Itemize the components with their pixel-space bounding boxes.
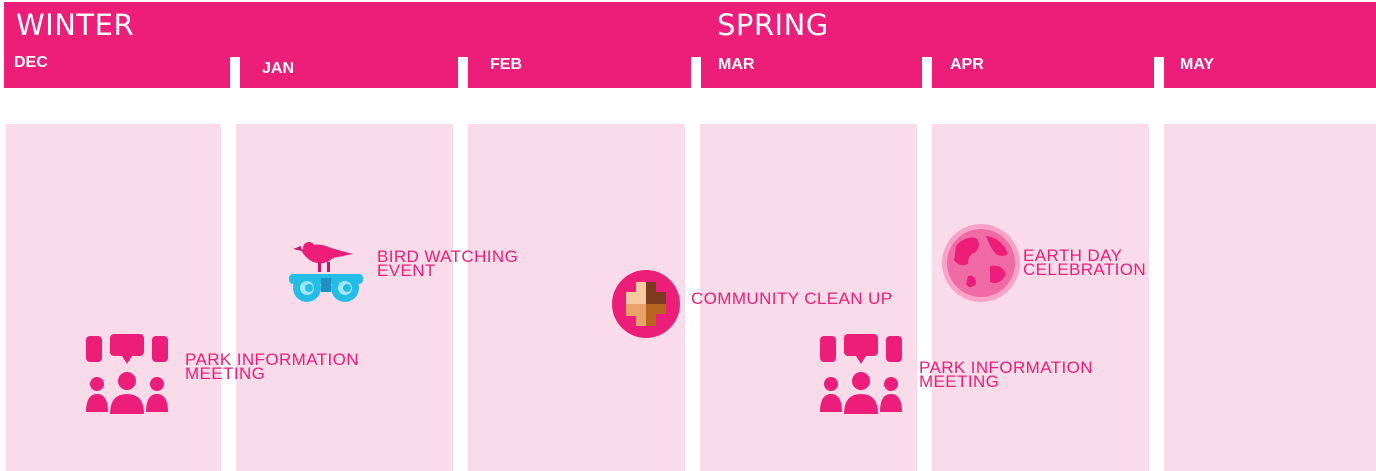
meeting-group-icon — [86, 334, 168, 414]
month-divider — [922, 57, 932, 90]
season-spring: SPRING — [717, 8, 829, 42]
event-label-bird-watching: BIRD WATCHING EVENT — [377, 247, 519, 280]
event-label-community-cleanup: COMMUNITY CLEAN UP — [691, 289, 893, 308]
column-dec — [6, 124, 221, 471]
month-jan: JAN — [262, 60, 295, 77]
hands-together-icon — [612, 270, 680, 338]
bird-binoculars-icon — [289, 242, 363, 302]
event-label-park-meeting: PARK INFORMATION MEETING — [919, 358, 1093, 391]
month-divider — [230, 57, 240, 90]
month-mar: MAR — [718, 56, 755, 73]
event-label-earth-day: EARTH DAY CELEBRATION — [1023, 246, 1147, 279]
month-apr: APR — [950, 56, 984, 73]
meeting-group-icon — [820, 334, 902, 414]
timeline-header: WINTER SPRING DEC JAN FEB MAR APR MAY — [4, 2, 1376, 90]
globe-icon — [942, 224, 1020, 302]
month-divider — [458, 57, 468, 90]
month-may: MAY — [1180, 56, 1215, 73]
month-dec: DEC — [14, 54, 48, 71]
month-feb: FEB — [490, 56, 522, 73]
month-divider — [1154, 57, 1164, 90]
month-divider — [691, 57, 701, 90]
event-label-park-meeting: PARK INFORMATION MEETING — [185, 350, 359, 383]
season-winter: WINTER — [16, 8, 135, 42]
column-may — [1164, 124, 1376, 471]
